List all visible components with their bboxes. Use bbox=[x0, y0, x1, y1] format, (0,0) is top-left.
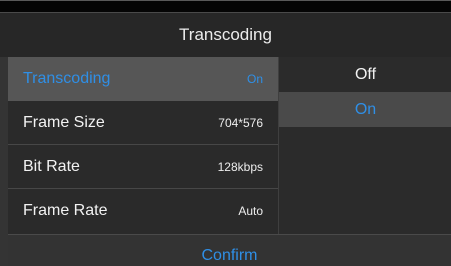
settings-row-label: Bit Rate bbox=[23, 157, 80, 175]
settings-row-label: Frame Rate bbox=[23, 202, 108, 219]
top-edge bbox=[0, 1, 451, 12]
settings-row-value: 704*576 bbox=[218, 115, 263, 130]
settings-row-value: Auto bbox=[238, 204, 263, 218]
option-list: Off On bbox=[278, 57, 451, 234]
footer-bar: Confirm bbox=[8, 234, 451, 266]
settings-row-label: Transcoding bbox=[23, 69, 111, 87]
transcoding-screen: Transcoding Transcoding On Frame Size 70… bbox=[0, 0, 451, 266]
settings-row-frame-rate[interactable]: Frame Rate Auto bbox=[8, 189, 278, 233]
confirm-button[interactable]: Confirm bbox=[201, 247, 257, 265]
settings-row-transcoding[interactable]: Transcoding On bbox=[8, 57, 278, 101]
settings-row-value: 128kbps bbox=[217, 159, 263, 174]
settings-row-bit-rate[interactable]: Bit Rate 128kbps bbox=[8, 145, 278, 189]
option-off[interactable]: Off bbox=[279, 57, 451, 92]
page-title: Transcoding bbox=[0, 12, 451, 57]
option-on[interactable]: On bbox=[279, 92, 451, 127]
settings-row-value: On bbox=[246, 71, 263, 86]
settings-row-frame-size[interactable]: Frame Size 704*576 bbox=[8, 101, 278, 145]
settings-row-label: Frame Size bbox=[23, 113, 105, 131]
settings-list: Transcoding On Frame Size 704*576 Bit Ra… bbox=[8, 57, 278, 234]
